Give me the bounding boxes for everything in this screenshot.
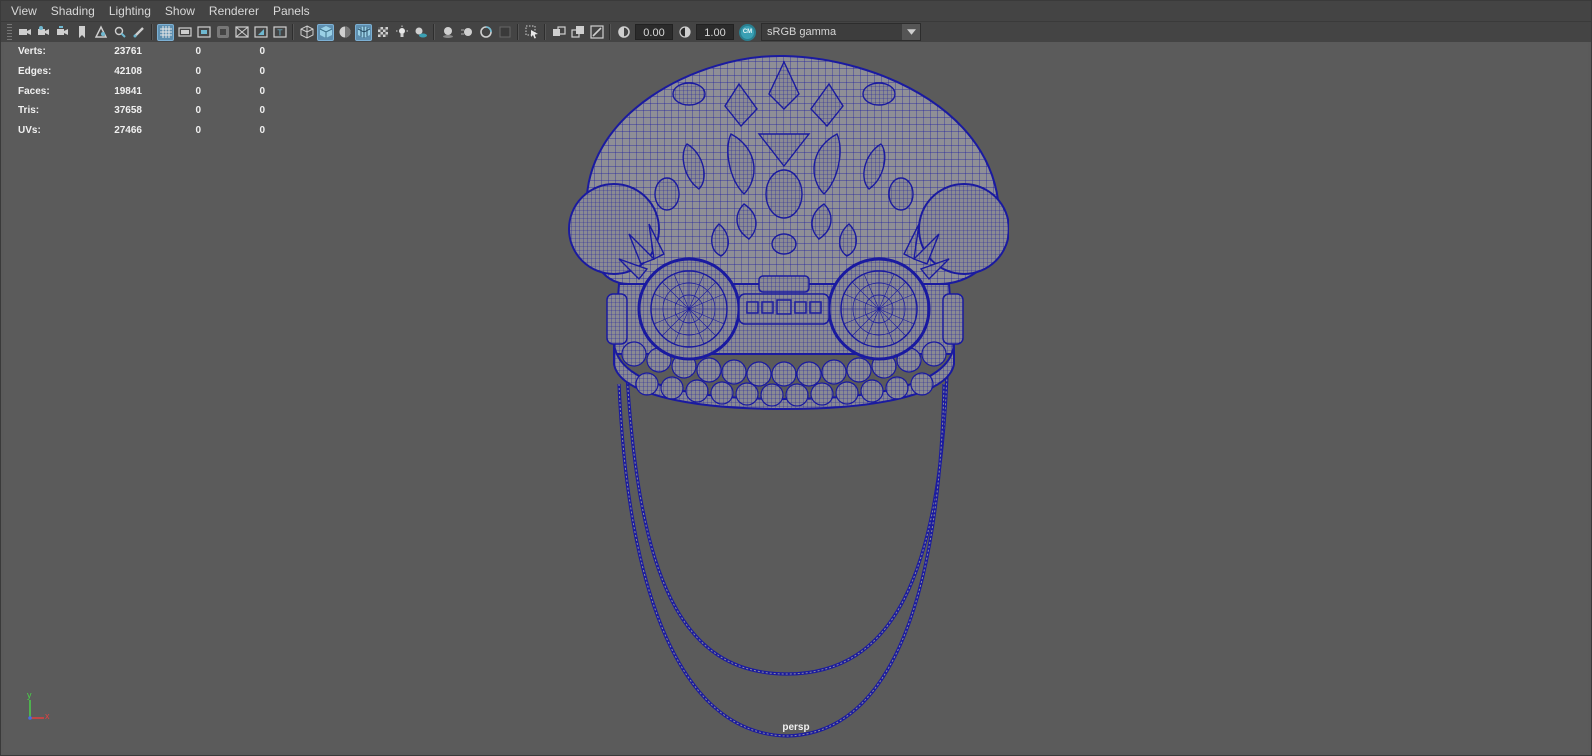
view-transform-dropdown[interactable]: sRGB gamma xyxy=(761,23,921,41)
wireframe-on-shaded-icon[interactable] xyxy=(355,23,372,41)
toolbar-grip xyxy=(7,24,12,40)
hud-label: Faces: xyxy=(18,85,50,97)
camera-select-icon[interactable] xyxy=(16,24,33,41)
svg-text:T: T xyxy=(276,29,282,38)
screen-space-ao-icon[interactable] xyxy=(439,24,456,41)
hud-component: 0 xyxy=(259,105,265,117)
hud-component: 0 xyxy=(259,85,265,97)
gamma-icon[interactable] xyxy=(676,24,693,41)
hud-row-verts: Verts: 23761 0 0 xyxy=(18,42,265,62)
toolbar-separator xyxy=(544,24,546,40)
hud-label: Tris: xyxy=(18,105,40,117)
menu-view[interactable]: View xyxy=(4,0,44,22)
textured-icon[interactable] xyxy=(374,24,391,41)
hud-value: 27466 xyxy=(114,125,142,137)
panel-toolbar: T 0.00 1.00 CM sRGB gamma xyxy=(0,22,1592,42)
hud-selected: 0 xyxy=(195,85,201,97)
hud-selected: 0 xyxy=(195,46,201,58)
hud-value: 37658 xyxy=(114,105,142,117)
hud-label: Edges: xyxy=(18,66,52,78)
toolbar-separator xyxy=(292,24,294,40)
panel-menu-bar: View Shading Lighting Show Renderer Pane… xyxy=(0,0,1592,22)
smooth-shade-all-icon[interactable] xyxy=(317,23,334,41)
hud-value: 23761 xyxy=(114,46,142,58)
toolbar-separator xyxy=(609,24,611,40)
shadows-icon[interactable] xyxy=(412,24,429,41)
use-all-lights-icon[interactable] xyxy=(393,24,410,41)
wireframe-hat-model[interactable] xyxy=(559,54,1009,744)
film-gate-icon[interactable] xyxy=(176,24,193,41)
hud-component: 0 xyxy=(259,46,265,58)
gamma-field[interactable]: 1.00 xyxy=(696,24,734,40)
hat-chains xyxy=(617,373,949,738)
hud-component: 0 xyxy=(259,125,265,137)
bookmark-icon[interactable] xyxy=(73,24,90,41)
motion-blur-icon[interactable] xyxy=(458,24,475,41)
image-plane-icon[interactable] xyxy=(92,24,109,41)
toolbar-separator xyxy=(517,24,519,40)
default-material-icon[interactable] xyxy=(336,24,353,41)
hud-value: 19841 xyxy=(114,85,142,97)
grid-toggle-icon[interactable] xyxy=(157,23,174,41)
toolbar-separator xyxy=(151,24,153,40)
menu-panels[interactable]: Panels xyxy=(266,0,317,22)
maya-viewport-panel: View Shading Lighting Show Renderer Pane… xyxy=(0,0,1592,756)
hud-selected: 0 xyxy=(195,125,201,137)
hud-row-tris: Tris: 37658 0 0 xyxy=(18,101,265,121)
axis-x-label: x xyxy=(45,711,50,721)
safe-action-icon[interactable] xyxy=(252,24,269,41)
menu-show[interactable]: Show xyxy=(158,0,202,22)
goggle-lens-right xyxy=(827,257,931,361)
menu-renderer[interactable]: Renderer xyxy=(202,0,266,22)
grease-pencil-icon[interactable] xyxy=(130,24,147,41)
camera-name-label: persp xyxy=(782,722,810,733)
hud-value: 42108 xyxy=(114,66,142,78)
exposure-field[interactable]: 0.00 xyxy=(635,24,673,40)
hud-row-faces: Faces: 19841 0 0 xyxy=(18,81,265,101)
camera-bookmark-icon[interactable] xyxy=(54,24,71,41)
axis-y-label: y xyxy=(27,690,32,700)
hud-component: 0 xyxy=(259,66,265,78)
isolate-select-icon[interactable] xyxy=(523,24,540,41)
camera-attributes-icon[interactable] xyxy=(35,24,52,41)
hud-selected: 0 xyxy=(195,66,201,78)
color-management-toggle-icon[interactable]: CM xyxy=(739,23,756,41)
menu-lighting[interactable]: Lighting xyxy=(102,0,158,22)
gate-mask-icon[interactable] xyxy=(214,24,231,41)
chevron-down-icon[interactable] xyxy=(902,24,920,40)
resolution-gate-icon[interactable] xyxy=(195,24,212,41)
goggle-lens-left xyxy=(637,257,741,361)
view-transform-label: sRGB gamma xyxy=(767,26,837,38)
safe-title-icon[interactable]: T xyxy=(271,24,288,41)
xray-joints-icon[interactable] xyxy=(588,24,605,41)
hud-selected: 0 xyxy=(195,105,201,117)
hud-row-uvs: UVs: 27466 0 0 xyxy=(18,121,265,141)
two-d-pan-zoom-icon[interactable] xyxy=(111,24,128,41)
hud-label: Verts: xyxy=(18,46,46,58)
xray-active-components-icon[interactable] xyxy=(569,24,586,41)
exposure-icon[interactable] xyxy=(615,24,632,41)
poly-count-hud: Verts: 23761 0 0 Edges: 42108 0 0 Faces:… xyxy=(18,42,265,140)
hat-band-edge-left xyxy=(606,293,628,345)
field-chart-icon[interactable] xyxy=(233,24,250,41)
menu-shading[interactable]: Shading xyxy=(44,0,102,22)
toolbar-separator xyxy=(433,24,435,40)
hat-side-puff-right xyxy=(918,183,1009,275)
wireframe-shading-icon[interactable] xyxy=(298,24,315,41)
hud-row-edges: Edges: 42108 0 0 xyxy=(18,62,265,82)
hat-band-edge-right xyxy=(942,293,964,345)
perspective-viewport[interactable]: Verts: 23761 0 0 Edges: 42108 0 0 Faces:… xyxy=(4,42,1588,752)
depth-of-field-icon[interactable] xyxy=(496,24,513,41)
anti-aliasing-icon[interactable] xyxy=(477,24,494,41)
hud-label: UVs: xyxy=(18,125,41,137)
xray-icon[interactable] xyxy=(550,24,567,41)
